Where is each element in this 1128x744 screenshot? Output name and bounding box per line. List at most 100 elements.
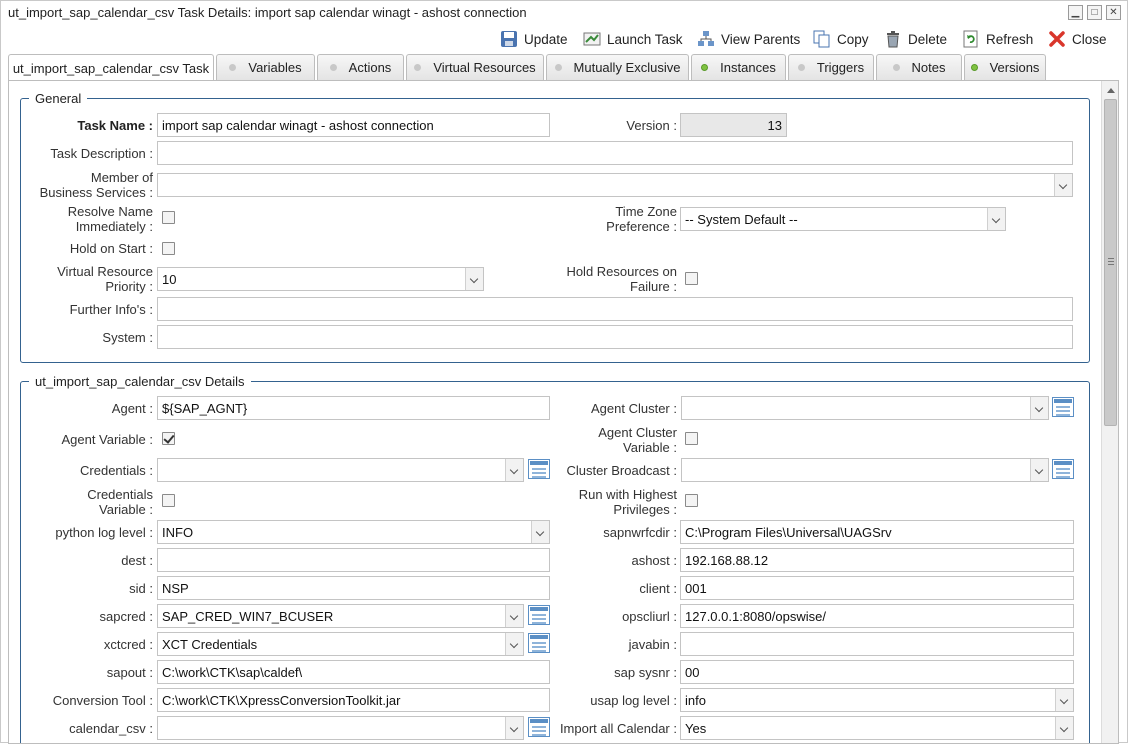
usap-log-select[interactable]: info <box>680 688 1074 712</box>
run-highest-checkbox[interactable] <box>685 494 698 507</box>
copy-icon <box>813 30 831 48</box>
rh-line1: Run with Highest <box>578 487 677 502</box>
credentials-variable-checkbox[interactable] <box>162 494 175 507</box>
maximize-button[interactable]: □ <box>1087 5 1102 20</box>
tab-label: Variables <box>248 60 302 75</box>
agent-cluster-variable-label: Agent Cluster Variable : <box>529 425 677 455</box>
tz-label-line1: Time Zone <box>615 204 677 219</box>
vr-priority-label: Virtual Resource Priority : <box>29 264 153 294</box>
calendar-csv-label: calendar_csv : <box>69 721 153 736</box>
cv-line2: Variable : <box>99 502 153 517</box>
resolve-name-label: Resolve Name Immediately : <box>29 204 153 234</box>
client-input[interactable]: 001 <box>680 576 1074 600</box>
close-button[interactable]: Close <box>1048 28 1107 50</box>
tab-variables[interactable]: Variables <box>216 54 315 80</box>
task-name-label: Task Name : <box>77 118 153 133</box>
ashost-input[interactable]: 192.168.88.12 <box>680 548 1074 572</box>
tab-label: Instances <box>720 60 776 75</box>
agent-cluster-select[interactable] <box>681 396 1049 420</box>
sapnwrfcdir-input[interactable]: C:\Program Files\Universal\UAGSrv <box>680 520 1074 544</box>
sap-sysnr-label: sap sysnr : <box>614 665 677 680</box>
update-label: Update <box>524 31 568 47</box>
title-bar: ut_import_sap_calendar_csv Task Details:… <box>1 1 1127 24</box>
update-button[interactable]: Update <box>500 28 568 50</box>
xctcred-label: xctcred : <box>103 637 153 652</box>
acv-line1: Agent Cluster <box>598 425 677 440</box>
tab-label: Mutually Exclusive <box>573 60 681 75</box>
status-dot-icon <box>892 64 900 71</box>
system-input[interactable] <box>157 325 1073 349</box>
dest-label: dest : <box>121 553 153 568</box>
sapnwrfcdir-label: sapnwrfcdir : <box>603 525 677 540</box>
usap-log-value: info <box>685 693 706 708</box>
member-business-services-select[interactable] <box>157 173 1073 197</box>
sap-sysnr-input[interactable]: 00 <box>680 660 1074 684</box>
tab-triggers[interactable]: Triggers <box>788 54 874 80</box>
scrollbar-thumb[interactable] <box>1104 99 1117 426</box>
tab-label: Triggers <box>816 60 865 75</box>
copy-label: Copy <box>837 31 869 47</box>
delete-button[interactable]: Delete <box>884 28 947 50</box>
cluster-broadcast-picker-icon[interactable] <box>1052 459 1074 479</box>
version-field: 13 <box>680 113 787 137</box>
javabin-input[interactable] <box>680 632 1074 656</box>
import-all-select[interactable]: Yes <box>680 716 1074 740</box>
close-window-button[interactable]: ✕ <box>1106 5 1121 20</box>
tab-bar: ut_import_sap_calendar_csv Task Variable… <box>8 54 1118 81</box>
delete-label: Delete <box>908 31 948 47</box>
version-label: Version : <box>626 118 677 133</box>
calendar-csv-select[interactable] <box>157 716 524 740</box>
agent-cluster-picker-icon[interactable] <box>1052 397 1074 417</box>
chevron-down-icon <box>1030 397 1048 419</box>
tab-instances[interactable]: Instances <box>691 54 786 80</box>
hold-resources-checkbox[interactable] <box>685 272 698 285</box>
vertical-scrollbar[interactable] <box>1101 81 1118 743</box>
tab-virtual-resources[interactable]: Virtual Resources <box>406 54 544 80</box>
credentials-label: Credentials : <box>80 463 153 478</box>
agent-input[interactable]: ${SAP_AGNT} <box>157 396 550 420</box>
sid-input[interactable]: NSP <box>157 576 550 600</box>
task-name-input[interactable]: import sap calendar winagt - ashost conn… <box>157 113 550 137</box>
time-zone-select[interactable]: -- System Default -- <box>680 207 1006 231</box>
vr-priority-value: 10 <box>162 272 177 287</box>
refresh-button[interactable]: Refresh <box>962 28 1033 50</box>
agent-cluster-variable-checkbox[interactable] <box>685 432 698 445</box>
copy-button[interactable]: Copy <box>813 28 869 50</box>
sid-label: sid : <box>129 581 153 596</box>
chevron-down-icon <box>1055 717 1073 739</box>
minimize-button[interactable]: ▁ <box>1068 5 1083 20</box>
vr-priority-select[interactable]: 10 <box>157 267 484 291</box>
vr-priority-line1: Virtual Resource <box>57 264 153 279</box>
trash-icon <box>884 30 902 48</box>
tab-actions[interactable]: Actions <box>317 54 404 80</box>
resolve-name-checkbox[interactable] <box>162 211 175 224</box>
hold-on-start-checkbox[interactable] <box>162 242 175 255</box>
cluster-broadcast-select[interactable] <box>681 458 1049 482</box>
chevron-down-icon <box>505 633 523 655</box>
time-zone-value: -- System Default -- <box>685 212 798 227</box>
tab-task[interactable]: ut_import_sap_calendar_csv Task <box>8 54 214 81</box>
launch-task-button[interactable]: Launch Task <box>583 28 683 50</box>
launch-task-label: Launch Task <box>607 31 683 47</box>
opscliurl-input[interactable]: 127.0.0.1:8080/opswise/ <box>680 604 1074 628</box>
conversion-tool-input[interactable]: C:\work\CTK\XpressConversionToolkit.jar <box>157 688 550 712</box>
task-description-input[interactable] <box>157 141 1073 165</box>
dest-input[interactable] <box>157 548 550 572</box>
sapout-input[interactable]: C:\work\CTK\sap\caldef\ <box>157 660 550 684</box>
view-parents-button[interactable]: View Parents <box>697 28 800 50</box>
tab-mutually-exclusive[interactable]: Mutually Exclusive <box>546 54 689 80</box>
further-info-input[interactable] <box>157 297 1073 321</box>
further-info-label: Further Info's : <box>69 302 153 317</box>
resolve-label-line2: Immediately : <box>75 219 153 234</box>
status-dot-icon <box>229 64 237 71</box>
scroll-up-icon[interactable] <box>1103 82 1118 97</box>
python-log-select[interactable]: INFO <box>157 520 550 544</box>
hold-on-start-label: Hold on Start : <box>69 241 153 256</box>
agent-variable-checkbox[interactable] <box>162 432 175 445</box>
tab-notes[interactable]: Notes <box>876 54 962 80</box>
sapcred-select[interactable]: SAP_CRED_WIN7_BCUSER <box>157 604 524 628</box>
credentials-select[interactable] <box>157 458 524 482</box>
tab-versions[interactable]: Versions <box>964 54 1046 80</box>
xctcred-select[interactable]: XCT Credentials <box>157 632 524 656</box>
hold-res-line2: Failure : <box>630 279 677 294</box>
